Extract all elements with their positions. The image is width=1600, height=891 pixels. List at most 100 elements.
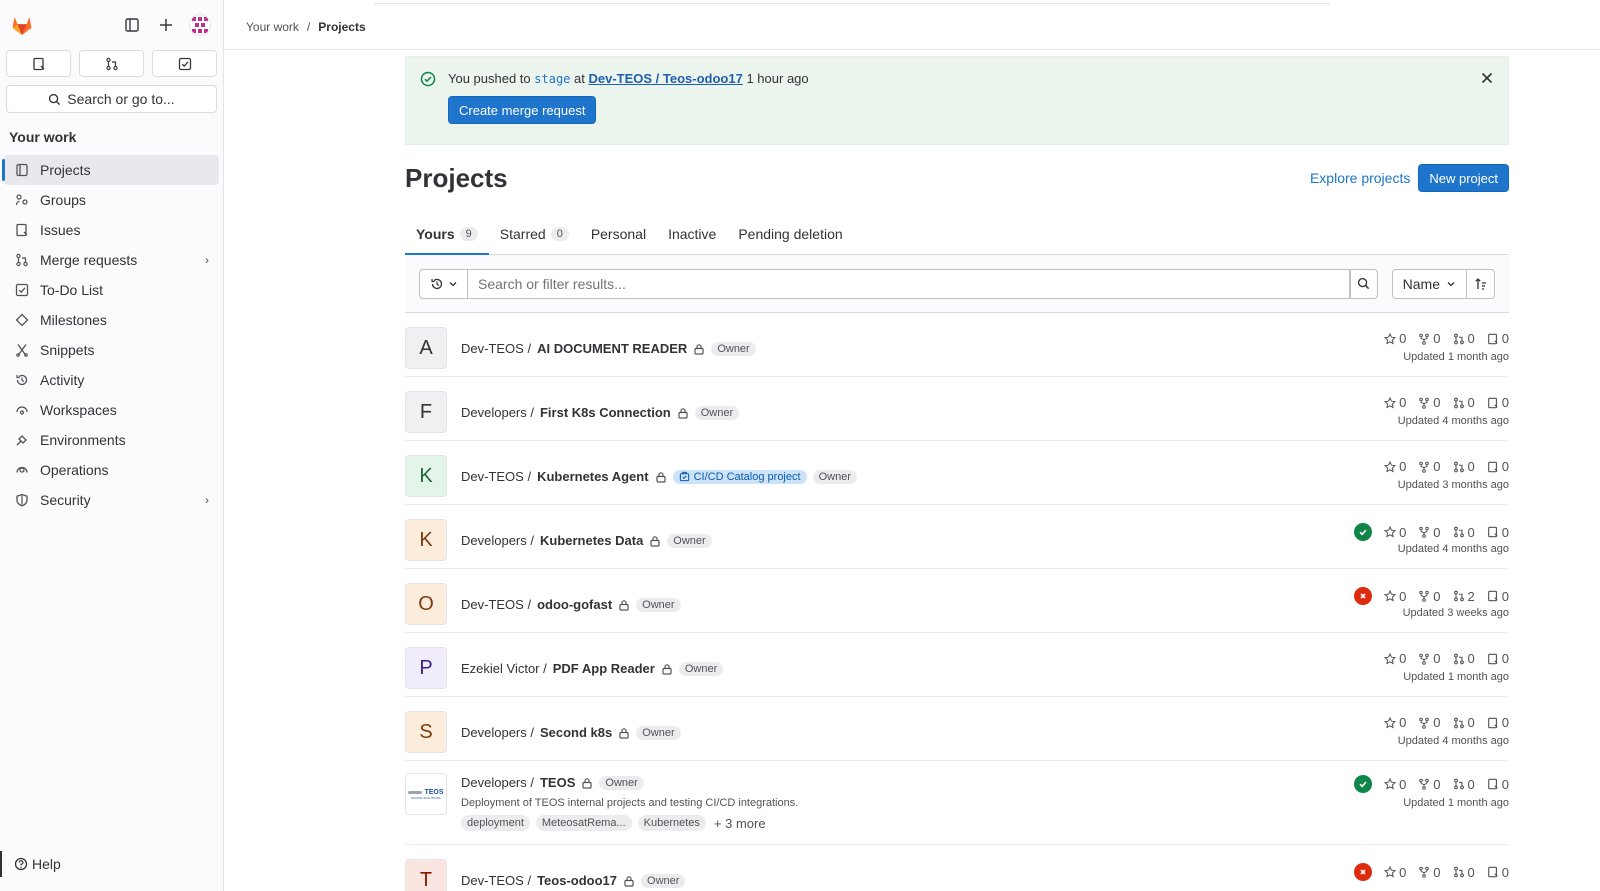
- stars-count[interactable]: 0: [1384, 715, 1406, 730]
- project-namespace[interactable]: Developers /: [461, 533, 534, 548]
- breadcrumb-your-work[interactable]: Your work: [246, 20, 299, 34]
- sort-direction-button[interactable]: [1467, 268, 1495, 299]
- stars-count[interactable]: 0: [1384, 651, 1406, 666]
- project-row[interactable]: O Dev-TEOS / odoo-gofast Owner 0 0 2 0 U…: [405, 569, 1509, 633]
- pipeline-failed-icon[interactable]: [1354, 587, 1373, 605]
- forks-count[interactable]: 0: [1418, 395, 1441, 410]
- breadcrumb-projects[interactable]: Projects: [318, 20, 365, 34]
- project-avatar[interactable]: S: [405, 711, 447, 753]
- help-button[interactable]: Help: [0, 851, 61, 877]
- project-namespace[interactable]: Dev-TEOS /: [461, 873, 531, 888]
- merge-requests-count[interactable]: 0: [1453, 865, 1475, 880]
- explore-projects-link[interactable]: Explore projects: [1310, 170, 1410, 186]
- merge-requests-count[interactable]: 0: [1453, 651, 1475, 666]
- forks-count[interactable]: 0: [1418, 865, 1441, 880]
- issues-count[interactable]: 0: [1487, 459, 1509, 474]
- merge-requests-count[interactable]: 0: [1453, 715, 1475, 730]
- project-namespace[interactable]: Dev-TEOS /: [461, 469, 531, 484]
- filter-search-button[interactable]: [1349, 268, 1378, 299]
- todo-button[interactable]: [152, 50, 217, 77]
- filter-search-input[interactable]: Search or filter results...: [468, 268, 1350, 299]
- create-merge-request-button[interactable]: Create merge request: [448, 96, 597, 124]
- stars-count[interactable]: 0: [1384, 525, 1406, 540]
- project-avatar[interactable]: K: [405, 519, 447, 561]
- assigned-issues-button[interactable]: [6, 50, 71, 77]
- sidebar-item-issues[interactable]: Issues: [4, 215, 219, 245]
- project-row[interactable]: F Developers / First K8s Connection Owne…: [405, 377, 1509, 441]
- merge-requests-count[interactable]: 0: [1453, 459, 1475, 474]
- forks-count[interactable]: 0: [1418, 651, 1441, 666]
- sidebar-item-security[interactable]: Security ›: [4, 485, 219, 515]
- close-icon[interactable]: [1478, 69, 1496, 87]
- project-avatar[interactable]: F: [405, 391, 447, 433]
- project-namespace[interactable]: Dev-TEOS /: [461, 597, 531, 612]
- project-name[interactable]: PDF App Reader: [553, 661, 655, 676]
- user-avatar[interactable]: [189, 14, 211, 36]
- project-name[interactable]: Kubernetes Agent: [537, 469, 648, 484]
- project-avatar[interactable]: P: [405, 647, 447, 689]
- sidebar-search-button[interactable]: Search or go to...: [6, 85, 217, 113]
- project-avatar[interactable]: TEOS DIGITAL SOLUTIONS: [405, 773, 447, 815]
- project-namespace[interactable]: Developers /: [461, 725, 534, 740]
- recent-searches-button[interactable]: [419, 268, 468, 299]
- project-namespace[interactable]: Developers /: [461, 405, 534, 420]
- sidebar-item-activity[interactable]: Activity: [4, 365, 219, 395]
- project-row[interactable]: P Ezekiel Victor / PDF App Reader Owner …: [405, 633, 1509, 697]
- issues-count[interactable]: 0: [1487, 395, 1509, 410]
- forks-count[interactable]: 0: [1418, 525, 1441, 540]
- issues-count[interactable]: 0: [1487, 715, 1509, 730]
- project-name[interactable]: Second k8s: [540, 725, 612, 740]
- project-row[interactable]: S Developers / Second k8s Owner 0 0 0 0 …: [405, 697, 1509, 761]
- forks-count[interactable]: 0: [1418, 459, 1441, 474]
- pipeline-passed-icon[interactable]: [1354, 523, 1373, 541]
- more-topics-button[interactable]: + 3 more: [714, 816, 766, 831]
- pipeline-passed-icon[interactable]: [1354, 775, 1373, 793]
- project-row[interactable]: K Dev-TEOS / Kubernetes Agent CI/CD Cata…: [405, 441, 1509, 505]
- sidebar-item-workspaces[interactable]: Workspaces: [4, 395, 219, 425]
- tab-pending-deletion[interactable]: Pending deletion: [727, 213, 853, 254]
- merge-requests-count[interactable]: 0: [1453, 395, 1475, 410]
- project-row[interactable]: A Dev-TEOS / AI DOCUMENT READER Owner 0 …: [405, 313, 1509, 377]
- project-row[interactable]: T Dev-TEOS / Teos-odoo17 Owner 0 0 0 0: [405, 845, 1509, 891]
- topic-badge[interactable]: MeteosatRema...: [535, 815, 632, 831]
- project-avatar[interactable]: A: [405, 327, 447, 369]
- chevron-right-icon[interactable]: ›: [205, 493, 209, 507]
- merge-requests-count[interactable]: 2: [1453, 589, 1475, 604]
- catalog-badge[interactable]: CI/CD Catalog project: [672, 469, 807, 484]
- project-namespace[interactable]: Developers /: [461, 775, 534, 790]
- project-avatar[interactable]: T: [405, 859, 447, 891]
- sort-field-dropdown[interactable]: Name: [1391, 268, 1467, 299]
- forks-count[interactable]: 0: [1418, 777, 1441, 792]
- issues-count[interactable]: 0: [1487, 525, 1509, 540]
- sidebar-item-snippets[interactable]: Snippets: [4, 335, 219, 365]
- merge-requests-count[interactable]: 0: [1453, 777, 1475, 792]
- project-name[interactable]: TEOS: [540, 775, 575, 790]
- sidebar-toggle-icon[interactable]: [121, 14, 143, 36]
- stars-count[interactable]: 0: [1384, 459, 1406, 474]
- project-namespace[interactable]: Ezekiel Victor /: [461, 661, 547, 676]
- forks-count[interactable]: 0: [1418, 589, 1441, 604]
- issues-count[interactable]: 0: [1487, 777, 1509, 792]
- project-row[interactable]: TEOS DIGITAL SOLUTIONS Developers / TEOS…: [405, 761, 1509, 845]
- gitlab-logo[interactable]: [10, 13, 34, 37]
- sidebar-item-environments[interactable]: Environments: [4, 425, 219, 455]
- stars-count[interactable]: 0: [1384, 777, 1406, 792]
- stars-count[interactable]: 0: [1384, 589, 1406, 604]
- pipeline-failed-icon[interactable]: [1354, 863, 1373, 881]
- sidebar-item-projects[interactable]: Projects: [2, 155, 219, 185]
- issues-count[interactable]: 0: [1487, 589, 1509, 604]
- project-avatar[interactable]: O: [405, 583, 447, 625]
- topic-badge[interactable]: deployment: [461, 815, 530, 831]
- project-name[interactable]: Kubernetes Data: [540, 533, 643, 548]
- tab-personal[interactable]: Personal: [580, 213, 657, 254]
- chevron-right-icon[interactable]: ›: [205, 253, 209, 267]
- merge-requests-count[interactable]: 0: [1453, 525, 1475, 540]
- forks-count[interactable]: 0: [1418, 715, 1441, 730]
- merge-requests-count[interactable]: 0: [1453, 331, 1475, 346]
- project-avatar[interactable]: K: [405, 455, 447, 497]
- project-namespace[interactable]: Dev-TEOS /: [461, 341, 531, 356]
- project-link[interactable]: Dev-TEOS / Teos-odoo17: [589, 71, 743, 86]
- project-name[interactable]: First K8s Connection: [540, 405, 671, 420]
- stars-count[interactable]: 0: [1384, 865, 1406, 880]
- stars-count[interactable]: 0: [1384, 395, 1406, 410]
